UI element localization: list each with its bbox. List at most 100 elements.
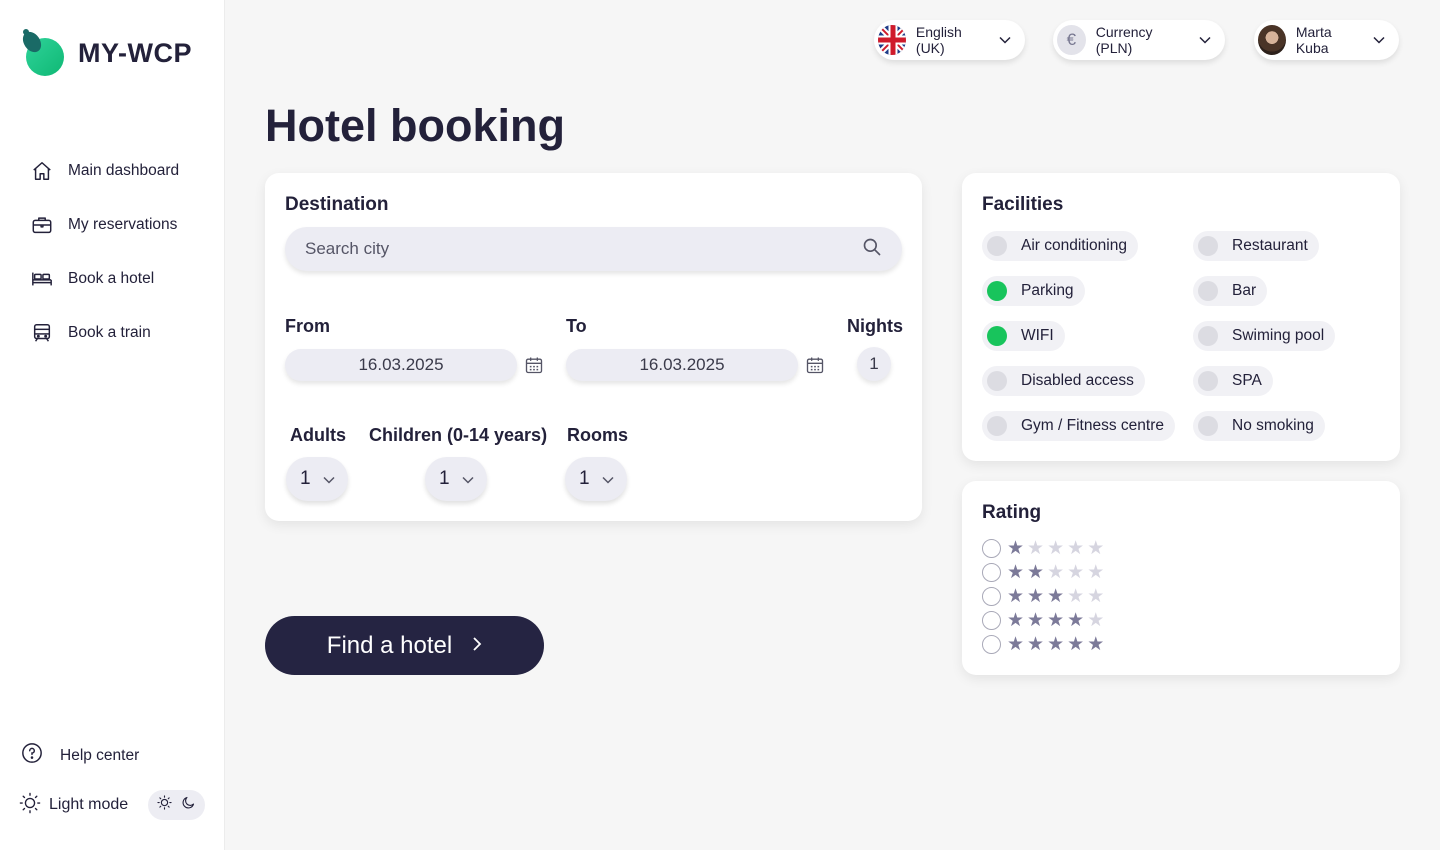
facility-spa[interactable]: SPA [1193, 366, 1273, 396]
brand-logo[interactable]: MY-WCP [20, 28, 192, 78]
euro-icon: € [1057, 25, 1086, 55]
rating-card: Rating ★ ★ ★ ★ ★ ★ ★ ★ ★ ★ ★ ★ ★ ★ ★ ★ ★ ★ ★ ★ ★ ★ ★ ★ ★ [962, 481, 1400, 675]
destination-search [285, 227, 902, 271]
rooms-value: 1 [579, 468, 590, 489]
facility-wifi[interactable]: WIFI [982, 321, 1065, 351]
user-menu[interactable]: Marta Kuba [1254, 20, 1399, 60]
sidebar-item-label: My reservations [68, 216, 178, 233]
from-date-field[interactable]: 16.03.2025 [285, 349, 517, 381]
help-center-link[interactable]: Help center [21, 742, 139, 769]
user-name: Marta Kuba [1295, 24, 1332, 56]
star-icon: ★ [1007, 537, 1025, 559]
facility-toggle [1198, 281, 1218, 301]
facility-swimming-pool[interactable]: Swiming pool [1193, 321, 1336, 351]
moon-icon[interactable] [181, 795, 196, 815]
star-icon: ★ [1047, 561, 1065, 583]
facility-restaurant[interactable]: Restaurant [1193, 231, 1319, 261]
calendar-icon[interactable] [524, 355, 544, 375]
facility-parking[interactable]: Parking [982, 276, 1085, 306]
find-hotel-label: Find a hotel [326, 631, 453, 659]
rating-option-2[interactable]: ★ ★ ★ ★ ★ [982, 561, 1104, 583]
chevron-down-icon [1199, 31, 1211, 49]
radio-button[interactable] [982, 634, 1001, 654]
radio-button[interactable] [982, 610, 1001, 630]
train-icon [30, 321, 54, 345]
rooms-label: Rooms [567, 425, 629, 445]
theme-toggle[interactable] [148, 790, 206, 820]
children-select[interactable]: 1 [425, 457, 487, 501]
avatar [1258, 25, 1286, 55]
chevron-down-icon [602, 468, 614, 490]
theme-mode: Light mode [19, 790, 206, 820]
facility-label: Swiming pool [1232, 327, 1325, 344]
adults-select[interactable]: 1 [286, 457, 348, 501]
facilities-title: Facilities [982, 194, 1064, 215]
star-icon: ★ [1027, 585, 1045, 607]
nights-label: Nights [847, 316, 903, 336]
rating-option-3[interactable]: ★ ★ ★ ★ ★ [982, 585, 1104, 607]
radio-button[interactable] [982, 586, 1001, 606]
children-value: 1 [439, 468, 450, 489]
facility-toggle [987, 281, 1007, 301]
facility-bar[interactable]: Bar [1193, 276, 1268, 306]
radio-button[interactable] [982, 562, 1001, 582]
star-icon: ★ [1087, 585, 1105, 607]
star-icon: ★ [1087, 537, 1105, 559]
star-icon: ★ [1007, 561, 1025, 583]
facility-gym[interactable]: Gym / Fitness centre [982, 411, 1175, 441]
facilities-card: Facilities Air conditioning Restaurant P… [962, 173, 1400, 461]
star-icon: ★ [1007, 609, 1025, 631]
facility-toggle [1198, 416, 1218, 436]
sidebar-item-book-a-train[interactable]: Book a train [30, 306, 179, 360]
brand-logo-icon [20, 28, 66, 78]
radio-button[interactable] [982, 538, 1001, 558]
star-icon: ★ [1027, 561, 1045, 583]
language-select[interactable]: English (UK) [874, 20, 1025, 60]
facility-label: Gym / Fitness centre [1021, 417, 1164, 434]
chevron-down-icon [1373, 31, 1385, 49]
rating-option-4[interactable]: ★ ★ ★ ★ ★ [982, 609, 1104, 631]
star-icon: ★ [1027, 537, 1045, 559]
adults-value: 1 [300, 468, 311, 489]
rooms-select[interactable]: 1 [565, 457, 627, 501]
sidebar-item-book-a-hotel[interactable]: Book a hotel [30, 252, 179, 306]
children-label: Children (0-14 years) [369, 425, 548, 445]
to-date-field[interactable]: 16.03.2025 [566, 349, 798, 381]
search-icon[interactable] [862, 237, 882, 262]
sidebar-nav: Main dashboard My reservations Book a ho… [30, 144, 179, 360]
page-title: Hotel booking [265, 100, 565, 151]
star-icon: ★ [1047, 537, 1065, 559]
sidebar-item-my-reservations[interactable]: My reservations [30, 198, 179, 252]
chevron-down-icon [999, 31, 1011, 49]
facility-label: Restaurant [1232, 237, 1308, 254]
star-icon: ★ [1007, 633, 1025, 655]
star-icon: ★ [1067, 537, 1085, 559]
bed-icon [30, 267, 54, 291]
facility-toggle [1198, 326, 1218, 346]
rating-option-5[interactable]: ★ ★ ★ ★ ★ [982, 633, 1104, 655]
currency-select[interactable]: € Currency (PLN) [1053, 20, 1225, 60]
rating-option-1[interactable]: ★ ★ ★ ★ ★ [982, 537, 1104, 559]
facility-toggle [987, 416, 1007, 436]
chevron-down-icon [323, 468, 335, 490]
briefcase-icon [30, 213, 54, 237]
facility-label: Disabled access [1021, 372, 1134, 389]
calendar-icon[interactable] [805, 355, 825, 375]
facility-air-conditioning[interactable]: Air conditioning [982, 231, 1138, 261]
facility-no-smoking[interactable]: No smoking [1193, 411, 1325, 441]
booking-form-card: Destination From 16.03.2025 To 16.03.202… [265, 173, 922, 521]
find-hotel-button[interactable]: Find a hotel [265, 616, 544, 675]
sun-icon[interactable] [157, 795, 172, 815]
theme-mode-label: Light mode [49, 796, 129, 813]
facility-label: WIFI [1021, 327, 1054, 344]
chevron-right-icon [472, 636, 482, 655]
brand-name: MY-WCP [78, 37, 192, 68]
sidebar-item-main-dashboard[interactable]: Main dashboard [30, 144, 179, 198]
facility-toggle [987, 236, 1007, 256]
search-input[interactable] [305, 239, 862, 259]
adults-label: Adults [290, 425, 346, 445]
facility-label: Parking [1021, 282, 1074, 299]
facility-disabled-access[interactable]: Disabled access [982, 366, 1145, 396]
facility-toggle [1198, 371, 1218, 391]
question-circle-icon [21, 742, 43, 769]
